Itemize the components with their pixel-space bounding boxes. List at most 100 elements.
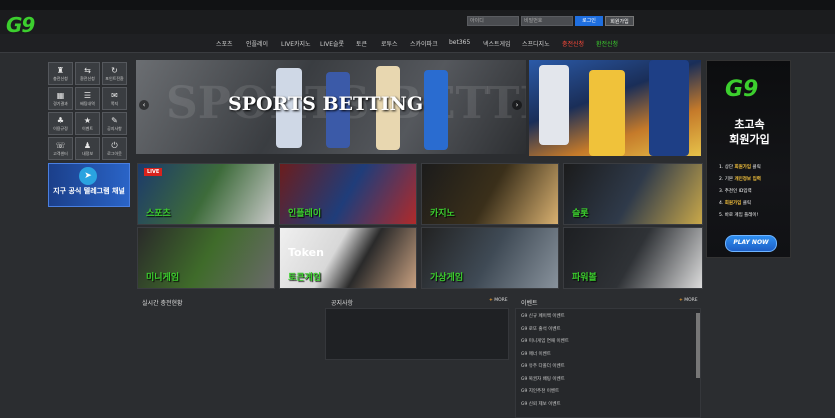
game-tile[interactable]: Token 토큰게임 xyxy=(279,227,417,289)
sidebar-button-label: 이벤트 xyxy=(81,126,94,131)
sidebar-button[interactable]: ⏻ 로그아웃 xyxy=(102,137,127,160)
ad-step-highlight: 회원가입 xyxy=(724,201,742,206)
join-button[interactable]: 회원가입 xyxy=(605,16,634,26)
nav-item[interactable]: 넥스트게임 xyxy=(483,39,511,48)
event-list-item[interactable]: G9 로또 출석 이벤트 xyxy=(521,326,561,332)
sidebar-button-label: 배팅내역 xyxy=(80,101,95,106)
tile-label: 파워볼 xyxy=(572,273,597,283)
tile-badge: Token xyxy=(288,246,324,259)
ad-step-text: 2. 기본 xyxy=(719,177,735,182)
sidebar-button-label: 로그아웃 xyxy=(107,151,122,156)
ad-step: 4. 회원가입 클릭 xyxy=(719,200,751,206)
game-tile[interactable]: LIVE 스포츠 xyxy=(137,163,275,225)
top-strip xyxy=(0,0,835,10)
telegram-banner[interactable]: ➤ 지구 공식 텔레그램 채널 xyxy=(48,163,130,207)
nav-item[interactable]: LIVE카지노 xyxy=(281,39,311,48)
play-now-button[interactable]: PLAY NOW xyxy=(725,235,777,252)
tile-label: 토큰게임 xyxy=(288,273,322,283)
event-more-link[interactable]: + MORE xyxy=(679,298,698,303)
sidebar-button[interactable]: ☏ 고객센터 xyxy=(48,137,73,160)
ad-step-highlight: 회원가입 xyxy=(734,165,751,170)
nav-item[interactable]: 인플레이 xyxy=(246,39,268,48)
event-list-item[interactable]: G9 신규 페이백 이벤트 xyxy=(521,313,565,319)
nav-item[interactable]: LIVE슬롯 xyxy=(320,39,344,48)
sidebar-button[interactable]: ♜ 충전신청 xyxy=(48,62,73,85)
nav-item[interactable]: 스포츠 xyxy=(216,39,233,48)
ad-step: 1. 상단 회원가입 클릭 xyxy=(719,164,761,170)
sidebar-button[interactable]: ✎ 공지사항 xyxy=(102,112,127,135)
ad-title-2: 회원가입 xyxy=(729,133,770,146)
event-list-item[interactable]: G9 매너 이벤트 xyxy=(521,351,551,357)
sidebar-button-label: 고객센터 xyxy=(53,151,68,156)
nav-item[interactable]: 충전신청 xyxy=(562,39,584,48)
tile-label: 카지노 xyxy=(430,209,455,219)
game-tile[interactable]: 슬롯 xyxy=(563,163,703,225)
clover-icon: ♣ xyxy=(56,116,65,125)
sidebar-button-label: 경기결과 xyxy=(53,101,68,106)
power-icon: ⏻ xyxy=(111,141,118,150)
banner-prev-arrow[interactable]: ‹ xyxy=(139,100,149,110)
tile-label: 미니게임 xyxy=(146,273,180,283)
ad-step: 2. 기본 개인정보 입력 xyxy=(719,176,761,182)
notice-more-label: MORE xyxy=(494,298,508,303)
event-more-label: MORE xyxy=(684,298,698,303)
game-tile[interactable]: 카지노 xyxy=(421,163,559,225)
event-list-item[interactable]: G9 복권자 배팅 이벤트 xyxy=(521,376,565,382)
nav-item[interactable]: 스카이파크 xyxy=(410,39,438,48)
event-list-item[interactable]: G9 지인추천 이벤트 xyxy=(521,388,559,394)
nav-item[interactable]: 환전신청 xyxy=(596,39,618,48)
login-password-input[interactable]: 비밀번호 xyxy=(521,16,573,26)
sidebar-button[interactable]: ▦ 경기결과 xyxy=(48,87,73,110)
exchange-icon: ⇆ xyxy=(84,66,91,75)
ad-title-1: 초고속 xyxy=(734,118,765,131)
tile-badge: LIVE xyxy=(144,168,163,176)
basketball-photo[interactable] xyxy=(529,60,701,156)
nav-item[interactable]: 로투스 xyxy=(381,39,398,48)
event-list-item[interactable]: G9 신뢰 제보 이벤트 xyxy=(521,401,561,407)
notice-more-link[interactable]: + MORE xyxy=(489,298,508,303)
list-icon: ☰ xyxy=(83,91,92,100)
sidebar-button[interactable]: ♟ 내정보 xyxy=(75,137,100,160)
event-list-item[interactable]: G9 유주 다폴더 이벤트 xyxy=(521,363,565,369)
game-tile[interactable]: 가상게임 xyxy=(421,227,559,289)
sports-betting-banner[interactable]: SPORTS BETTING SPORTS BETTING xyxy=(136,60,526,154)
signup-ad[interactable]: G9 초고속 회원가입 1. 상단 회원가입 클릭 2. 기본 개인정보 입력 3.… xyxy=(706,60,791,258)
sidebar-button[interactable]: ↻ 포인트전환 xyxy=(102,62,127,85)
game-tile[interactable]: 인플레이 xyxy=(279,163,417,225)
tile-label: 가상게임 xyxy=(430,273,464,283)
mail-icon: ✉ xyxy=(111,91,118,100)
sidebar-button[interactable]: ★ 이벤트 xyxy=(75,112,100,135)
sidebar-button-label: 충전신청 xyxy=(53,76,68,81)
sidebar-button[interactable]: ⇆ 환전신청 xyxy=(75,62,100,85)
calendar-icon: ▦ xyxy=(56,91,65,100)
sidebar-button[interactable]: ✉ 쪽지 xyxy=(102,87,127,110)
game-tile[interactable]: 파워볼 xyxy=(563,227,703,289)
event-title: 이벤트 xyxy=(521,300,538,307)
login-button[interactable]: 로그인 xyxy=(575,16,603,26)
sidebar-button[interactable]: ☰ 배팅내역 xyxy=(75,87,100,110)
event-scrollbar[interactable] xyxy=(696,313,700,378)
tile-label: 슬롯 xyxy=(572,209,589,219)
ad-step-text: 1. 상단 xyxy=(719,165,735,170)
convert-icon: ↻ xyxy=(111,66,118,75)
ad-step: 5. 바로 게임 플레이! xyxy=(719,212,758,218)
event-list-item[interactable]: G9 미니게임 연패 이벤트 xyxy=(521,338,569,344)
ad-step-text: 클릭 xyxy=(751,165,761,170)
charge-status-title: 실시간 충전현황 xyxy=(142,300,183,307)
ad-step-highlight: 개인정보 입력 xyxy=(734,177,761,182)
banner-next-arrow[interactable]: › xyxy=(512,100,522,110)
ad-step: 3. 추천인 ID입력 xyxy=(719,188,752,194)
login-id-input[interactable]: 아이디 xyxy=(467,16,519,26)
nav-item[interactable]: 토큰 xyxy=(356,39,367,48)
megaphone-icon: ✎ xyxy=(111,116,118,125)
header-bar xyxy=(0,10,835,34)
sidebar-button[interactable]: ♣ 이용규정 xyxy=(48,112,73,135)
game-tile[interactable]: 미니게임 xyxy=(137,227,275,289)
nav-item[interactable]: 스프디지노 xyxy=(522,39,550,48)
sidebar-button-label: 쪽지 xyxy=(110,101,119,106)
ad-step-text: 3. 추천인 ID입력 xyxy=(719,189,752,194)
banner-title: SPORTS BETTING xyxy=(228,93,424,115)
user-icon: ♟ xyxy=(83,141,92,150)
nav-item[interactable]: bet365 xyxy=(449,39,470,46)
sidebar-button-label: 포인트전환 xyxy=(105,76,124,81)
